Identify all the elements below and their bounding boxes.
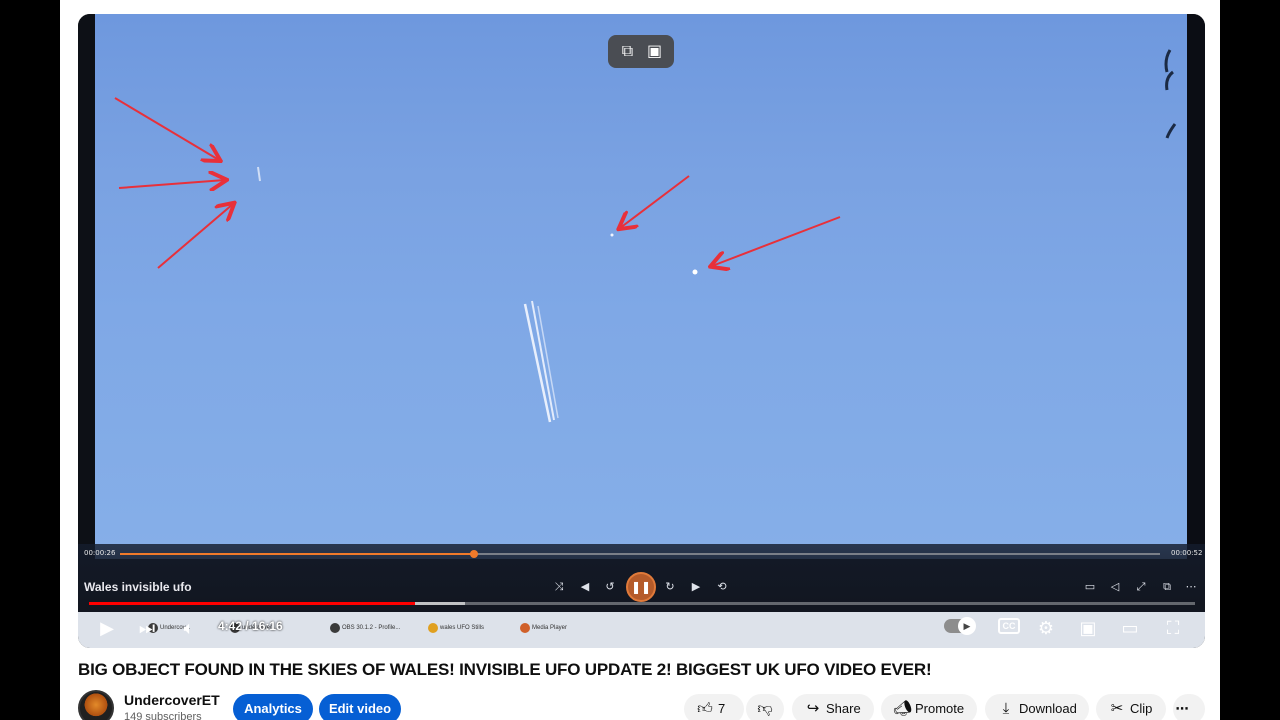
autoplay-toggle[interactable]: ▶ [944, 617, 976, 635]
inner-seek-track [120, 550, 1160, 558]
picture-in-picture-icon[interactable]: ⧉ [617, 41, 639, 63]
promote-button[interactable]: 📣︎ Promote [881, 694, 977, 720]
taskbar-item: OBS 30.1.2 - Profile... [328, 617, 420, 639]
app-icon [330, 623, 340, 633]
inner-time-total: 00:00:52 [1171, 549, 1203, 557]
like-count: 7 [718, 701, 726, 716]
repeat-icon: ⟲ [717, 581, 727, 593]
video-title: BIG OBJECT FOUND IN THE SKIES OF WALES! … [78, 660, 932, 679]
analytics-button[interactable]: Analytics [233, 694, 313, 720]
next-icon: ▶ [691, 581, 701, 593]
share-label: Share [826, 701, 861, 716]
subtitles-icon[interactable]: CC [998, 618, 1020, 634]
inner-seek-fill [120, 553, 474, 555]
like-button[interactable]: 👍︎ 7 [684, 694, 744, 720]
fullscreen-icon[interactable]: ⛶ [1158, 614, 1188, 642]
time-display: 4:42 / 16:16 [218, 619, 283, 633]
taskbar-item: wales UFO Stills [426, 617, 512, 639]
video-player[interactable]: ⧉ ▣ 00:00:26 00:00:52 Wales invisible uf… [78, 14, 1205, 648]
cast-icon: ⧉ [1163, 581, 1171, 593]
video-letterbox-left [78, 14, 95, 559]
taskbar-item: Media Player [518, 617, 608, 639]
scissors-icon: ✂ [1110, 700, 1124, 717]
seek-bar[interactable] [89, 602, 1195, 605]
clip-button[interactable]: ✂ Clip [1096, 694, 1166, 720]
miniview-icon: ▭ [1084, 581, 1096, 593]
red-arrow [114, 97, 219, 160]
ufo-object [257, 166, 261, 182]
thumbs-up-icon: 👍︎ [697, 700, 713, 717]
promote-label: Promote [915, 701, 965, 716]
download-button[interactable]: ⤓ Download [985, 694, 1089, 720]
shuffle-icon: ⤨ [554, 581, 564, 593]
volume-icon[interactable]: 🔈︎ [174, 614, 204, 642]
tree-branch [1164, 49, 1177, 139]
miniplayer-pill: ⧉ ▣ [608, 35, 674, 68]
media-player-icon [520, 623, 530, 633]
contrail [537, 305, 559, 419]
miniplayer-sparkle-icon[interactable]: ▣ [644, 41, 666, 63]
video-frame-sky [95, 14, 1188, 559]
share-button[interactable]: ↪ Share [792, 694, 874, 720]
inner-seek-knob [469, 550, 478, 558]
inner-video-title: Wales invisible ufo [84, 580, 192, 594]
play-icon[interactable]: ▶ [92, 614, 122, 642]
rewind-icon: ↺ [605, 581, 615, 593]
video-letterbox-right [1187, 14, 1205, 559]
inner-pause-icon: ❚❚ [626, 572, 656, 602]
channel-name[interactable]: UndercoverET [124, 692, 220, 708]
watch-page: ⧉ ▣ 00:00:26 00:00:52 Wales invisible uf… [60, 0, 1220, 720]
settings-gear-icon[interactable]: ⚙ [1031, 614, 1061, 642]
folder-icon [428, 623, 438, 633]
theater-mode-icon[interactable]: ▭ [1115, 614, 1145, 642]
previous-icon: ◀ [580, 581, 590, 593]
contrail [531, 300, 555, 421]
red-arrow [620, 175, 690, 228]
inner-time-elapsed: 00:00:26 [84, 549, 116, 557]
play-icon: ▶ [958, 617, 976, 635]
edit-video-button[interactable]: Edit video [319, 694, 401, 720]
channel-avatar[interactable] [78, 690, 114, 720]
download-label: Download [1019, 701, 1077, 716]
dislike-button[interactable]: 👎︎ [746, 694, 784, 720]
red-arrow [118, 180, 225, 188]
red-arrow [157, 204, 233, 269]
megaphone-icon: 📣︎ [893, 700, 913, 717]
video-content-svg [114, 49, 1177, 423]
share-icon: ↪ [806, 700, 820, 717]
more-inner-icon: ⋯ [1185, 581, 1197, 593]
thumbs-down-icon: 👎︎ [757, 700, 773, 717]
more-actions-button[interactable]: ⋯ [1173, 694, 1205, 720]
ufo-object [692, 269, 698, 275]
download-icon: ⤓ [1002, 700, 1010, 717]
forward-icon: ↻ [665, 581, 675, 593]
volume-icon: ◁ [1110, 581, 1120, 593]
seek-bar-played [89, 602, 416, 605]
fullscreen-inner-icon: ⤢ [1136, 581, 1146, 593]
clip-label: Clip [1130, 701, 1153, 716]
miniplayer-icon[interactable]: ▣ [1073, 614, 1103, 642]
ufo-object [610, 233, 614, 237]
subscriber-count: 149 subscribers [124, 711, 202, 720]
contrail [523, 303, 552, 423]
next-video-icon[interactable]: ⏭ [132, 614, 162, 642]
red-arrow [712, 216, 841, 266]
